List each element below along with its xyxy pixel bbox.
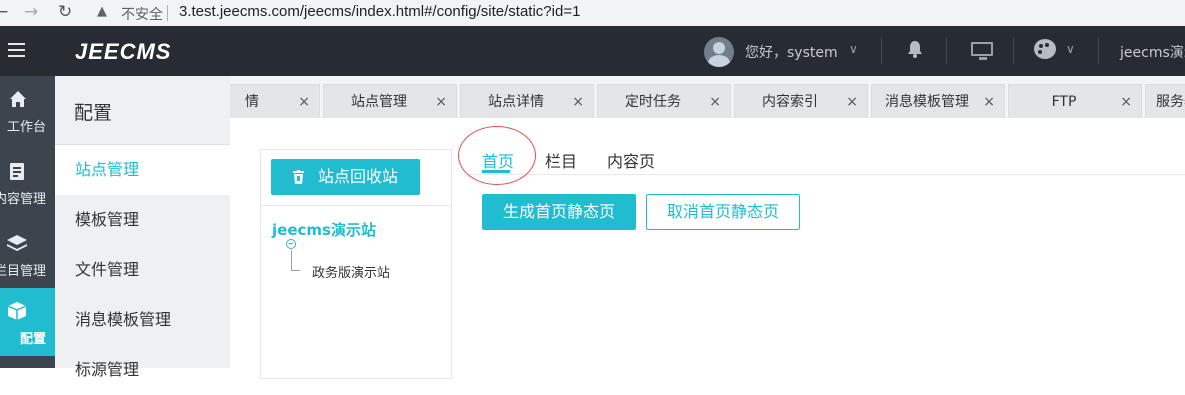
static-page-tabs: 首页 栏目 内容页	[466, 118, 1185, 175]
page-tab[interactable]: FTP ×	[1008, 84, 1142, 118]
tab-label: 站点详情	[488, 94, 544, 110]
tree-connector	[291, 270, 300, 271]
rail-item-label: 栏目管理	[0, 264, 46, 279]
tab-content-page[interactable]: 内容页	[607, 148, 655, 172]
close-icon[interactable]: ×	[983, 85, 995, 118]
cube-icon	[7, 302, 27, 320]
menu-item-source-management[interactable]: 标源管理	[55, 345, 230, 395]
tree-connector	[291, 250, 292, 270]
tab-label: 情	[245, 94, 259, 110]
bell-icon[interactable]	[907, 40, 923, 58]
rail-item-label: 内容管理	[0, 192, 46, 207]
tab-label: FTP	[1051, 94, 1077, 110]
generate-homepage-static-button[interactable]: 生成首页静态页	[482, 194, 636, 230]
tab-label: 站点管理	[351, 94, 407, 110]
security-status[interactable]: 不安全	[121, 4, 163, 24]
chevron-down-icon[interactable]: ∨	[1066, 42, 1075, 56]
browser-toolbar: ← → ↻ ▲ 不安全 3.test.jeecms.com/jeecms/ind…	[0, 0, 1185, 26]
tab-channel[interactable]: 栏目	[545, 148, 577, 172]
rail-item-config[interactable]: 配置	[0, 288, 55, 356]
site-recycle-button[interactable]: 站点回收站	[271, 159, 420, 195]
warning-icon: ▲	[97, 4, 107, 19]
header-divider	[1098, 38, 1099, 64]
tab-label: 消息模板管理	[885, 94, 969, 110]
app-header: JEECMS 您好，system ∨ ∨ jeecms演示站	[0, 26, 1185, 76]
collapse-icon[interactable]	[286, 239, 296, 249]
close-icon[interactable]: ×	[572, 85, 584, 118]
site-tree-panel: 站点回收站 jeecms演示站 政务版演示站	[260, 149, 452, 379]
page-tab[interactable]: 情 ×	[230, 84, 320, 118]
annotation-circle	[458, 126, 536, 185]
home-icon	[10, 91, 26, 107]
close-icon[interactable]: ×	[709, 85, 721, 118]
menu-item-template-management[interactable]: 模板管理	[55, 195, 230, 245]
config-submenu: 配置 站点管理 模板管理 文件管理 消息模板管理 标源管理	[55, 76, 230, 379]
page-tab[interactable]: 站点管理 ×	[323, 84, 457, 118]
cancel-homepage-static-button[interactable]: 取消首页静态页	[646, 194, 800, 230]
palette-icon[interactable]	[1034, 39, 1056, 59]
icon-sidebar: 工作台 内容管理 栏目管理 配置	[0, 76, 55, 368]
edit-icon	[10, 163, 24, 180]
close-icon[interactable]: ×	[1120, 85, 1132, 118]
close-icon[interactable]: ×	[846, 85, 858, 118]
close-icon[interactable]: ×	[435, 85, 447, 118]
page-tab[interactable]: 定时任务 ×	[597, 84, 731, 118]
menu-toggle-icon[interactable]	[8, 43, 25, 61]
rail-item-workbench[interactable]: 工作台	[0, 76, 55, 144]
layers-icon	[7, 235, 27, 251]
menu-item-file-management[interactable]: 文件管理	[55, 245, 230, 295]
tab-label: 内容索引	[762, 94, 818, 110]
submenu-title: 配置	[74, 102, 113, 124]
page-tab[interactable]: 消息模板管理 ×	[871, 84, 1005, 118]
menu-item-message-template[interactable]: 消息模板管理	[55, 295, 230, 345]
close-icon[interactable]: ×	[298, 85, 310, 118]
main-content: 站点回收站 jeecms演示站 政务版演示站 首页 栏目 内容页 生成首页静态页…	[230, 118, 1185, 379]
rail-item-channel[interactable]: 栏目管理	[0, 220, 55, 288]
recycle-button-label: 站点回收站	[318, 167, 399, 186]
menu-item-site-management[interactable]: 站点管理	[55, 145, 230, 195]
header-divider	[881, 38, 882, 64]
page-tab[interactable]: 服务器	[1145, 84, 1185, 118]
chevron-down-icon[interactable]: ∨	[849, 42, 858, 56]
tree-child-node[interactable]: 政务版演示站	[312, 262, 390, 281]
current-site-label[interactable]: jeecms演示站	[1120, 42, 1185, 62]
rail-item-content[interactable]: 内容管理	[0, 148, 55, 216]
address-input[interactable]: 3.test.jeecms.com/jeecms/index.html#/con…	[179, 3, 580, 20]
back-icon[interactable]: ←	[0, 2, 8, 22]
rail-item-label: 工作台	[6, 120, 46, 135]
page-tabs-bar: ‹ 情 × 站点管理 × 站点详情 × 定时任务 × 内容索引 × 消息模板管理…	[230, 76, 1185, 118]
header-divider	[1013, 38, 1014, 64]
avatar[interactable]	[704, 37, 734, 67]
header-divider	[946, 38, 947, 64]
address-separator	[167, 5, 168, 21]
tree-divider	[261, 205, 451, 206]
tab-label: 定时任务	[625, 94, 681, 110]
rail-item-label: 配置	[19, 332, 46, 347]
tab-label: 服务器	[1156, 94, 1185, 110]
monitor-icon[interactable]	[971, 42, 993, 60]
user-greeting[interactable]: 您好，system	[745, 42, 838, 62]
reload-icon[interactable]: ↻	[58, 2, 72, 22]
page-tab[interactable]: 内容索引 ×	[734, 84, 868, 118]
app-logo: JEECMS	[75, 39, 172, 64]
page-tab[interactable]: 站点详情 ×	[460, 84, 594, 118]
tree-root-node[interactable]: jeecms演示站	[272, 219, 376, 240]
trash-icon	[293, 170, 304, 184]
forward-icon[interactable]: →	[24, 2, 38, 22]
